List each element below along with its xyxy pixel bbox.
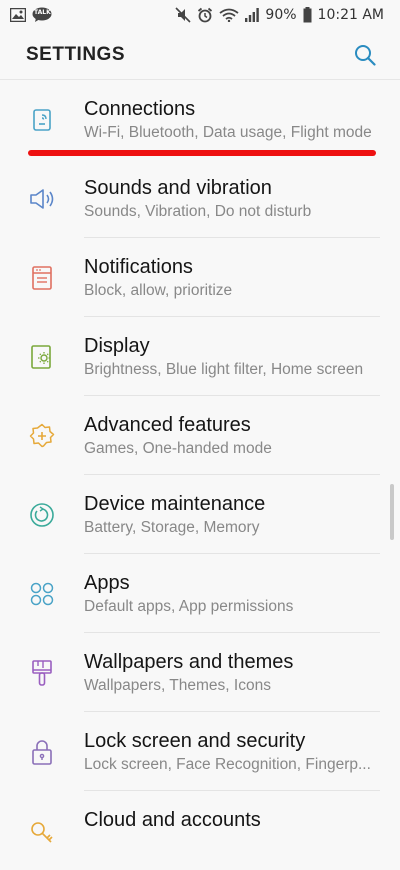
status-bar: TALK 90% 10:21 AM (0, 0, 400, 30)
item-title: Connections (84, 98, 196, 120)
settings-item-apps[interactable]: Apps Default apps, App permissions (0, 554, 400, 633)
item-subtitle: Wi-Fi, Bluetooth, Data usage, Flight mod… (84, 124, 372, 141)
settings-item-connections[interactable]: Connections Wi-Fi, Bluetooth, Data usage… (0, 80, 400, 159)
connections-icon (28, 106, 56, 134)
cloud-key-icon (28, 819, 56, 847)
item-title: Sounds and vibration (84, 177, 272, 199)
item-subtitle: Games, One-handed mode (84, 440, 272, 457)
settings-item-lock-screen[interactable]: Lock screen and security Lock screen, Fa… (0, 712, 400, 791)
apps-grid-icon (28, 580, 56, 608)
item-title: Advanced features (84, 414, 251, 436)
scrollbar[interactable] (390, 484, 394, 540)
display-icon (28, 343, 56, 371)
lock-icon (28, 738, 56, 766)
item-title: Display (84, 335, 150, 357)
settings-item-sounds[interactable]: Sounds and vibration Sounds, Vibration, … (0, 159, 400, 238)
talk-badge: TALK (34, 9, 51, 16)
item-subtitle: Sounds, Vibration, Do not disturb (84, 203, 312, 220)
item-title: Cloud and accounts (84, 809, 261, 831)
item-subtitle: Brightness, Blue light filter, Home scre… (84, 361, 364, 378)
wifi-icon (219, 8, 239, 22)
battery-icon (303, 7, 312, 23)
highlight-underline (28, 150, 376, 156)
item-title: Apps (84, 572, 130, 594)
settings-header: SETTINGS (0, 30, 400, 80)
item-title: Wallpapers and themes (84, 651, 294, 673)
gallery-icon (10, 8, 26, 22)
speaker-icon (28, 185, 56, 213)
item-subtitle: Wallpapers, Themes, Icons (84, 677, 271, 694)
item-subtitle: Battery, Storage, Memory (84, 519, 260, 536)
settings-item-display[interactable]: Display Brightness, Blue light filter, H… (0, 317, 400, 396)
mute-icon (175, 7, 191, 23)
settings-item-notifications[interactable]: Notifications Block, allow, prioritize (0, 238, 400, 317)
advanced-gear-icon (28, 422, 56, 450)
settings-item-wallpapers[interactable]: Wallpapers and themes Wallpapers, Themes… (0, 633, 400, 712)
battery-percent: 90% (265, 7, 297, 23)
paintbrush-icon (28, 659, 56, 687)
item-title: Lock screen and security (84, 730, 306, 752)
notifications-icon (28, 264, 56, 292)
item-subtitle: Default apps, App permissions (84, 598, 294, 615)
settings-item-advanced[interactable]: Advanced features Games, One-handed mode (0, 396, 400, 475)
maintenance-icon (28, 501, 56, 529)
page-title: SETTINGS (26, 43, 126, 65)
settings-list: Connections Wi-Fi, Bluetooth, Data usage… (0, 80, 400, 870)
signal-icon (245, 8, 260, 22)
item-title: Device maintenance (84, 493, 266, 515)
item-title: Notifications (84, 256, 193, 278)
settings-item-cloud-accounts[interactable]: Cloud and accounts (0, 791, 400, 870)
search-icon[interactable] (354, 44, 376, 66)
talk-icon: TALK (32, 7, 52, 23)
clock: 10:21 AM (317, 7, 384, 23)
item-subtitle: Block, allow, prioritize (84, 282, 233, 299)
alarm-icon (197, 7, 213, 23)
settings-item-device-maintenance[interactable]: Device maintenance Battery, Storage, Mem… (0, 475, 400, 554)
item-subtitle: Lock screen, Face Recognition, Fingerp..… (84, 756, 371, 773)
